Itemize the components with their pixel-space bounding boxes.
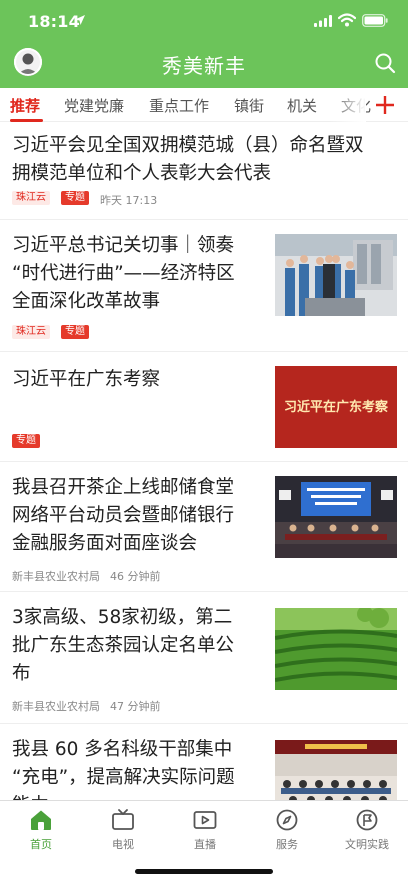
app-screen: 18:14 秀美新丰 推荐 党建党廉 重点工作 镇街 机关 习近平会见全国双拥模… (0, 0, 408, 883)
nav-tv[interactable]: 电视 (82, 801, 164, 861)
news-title: 习近平会见全国双拥模范城（县）命名暨双 拥模范单位和个人表彰大会代表 (12, 132, 364, 188)
tab-towns[interactable]: 镇街 (234, 95, 264, 116)
news-source: 新丰县农业农村局 (12, 570, 100, 583)
training-class-image (275, 740, 397, 800)
news-item[interactable]: 习近平总书记关切事｜领奏 “时代进行曲”——经济特区 全面深化改革故事 珠江云 … (0, 220, 408, 352)
news-title: 我县 60 多名科级干部集中 “充电”，提高解决实际问题 能力 (12, 736, 235, 800)
news-title-line: 习近平会见全国双拥模范城（县）命名暨双 (12, 135, 364, 156)
tab-agencies[interactable]: 机关 (287, 95, 317, 116)
tab-key-work[interactable]: 重点工作 (149, 95, 209, 116)
news-thumbnail: 习近平在广东考察 (275, 366, 397, 448)
add-channel-icon[interactable] (372, 92, 398, 118)
flag-icon (356, 809, 378, 831)
news-title-line: “充电”，提高解决实际问题 (12, 767, 235, 788)
topic-badge: 专题 (12, 434, 40, 448)
news-title: 我县召开茶企上线邮储食堂 网络平台动员会暨邮储银行 金融服务面对面座谈会 (12, 474, 234, 558)
news-time: 46 分钟前 (110, 570, 161, 583)
search-icon[interactable] (374, 52, 396, 74)
news-time: 47 分钟前 (110, 700, 161, 713)
news-item[interactable]: 我县召开茶企上线邮储食堂 网络平台动员会暨邮储银行 金融服务面对面座谈会 新丰县… (0, 462, 408, 592)
meeting-hall-image (275, 476, 397, 558)
tea-garden-image (275, 608, 397, 690)
news-title: 习近平总书记关切事｜领奏 “时代进行曲”——经济特区 全面深化改革故事 (12, 232, 235, 316)
news-title-line: 批广东生态茶园认定名单公 (12, 635, 235, 656)
thumbnail-caption: 习近平在广东考察 (283, 400, 388, 415)
nav-label: 首页 (30, 838, 52, 851)
news-title-line: 能力 (12, 792, 235, 800)
news-thumbnail (275, 234, 397, 316)
news-feed[interactable]: 习近平会见全国双拥模范城（县）命名暨双 拥模范单位和个人表彰大会代表 珠江云 专… (0, 122, 408, 800)
news-title-line: 习近平在广东考察 (12, 369, 161, 390)
news-item[interactable]: 我县 60 多名科级干部集中 “充电”，提高解决实际问题 能力 (0, 724, 408, 800)
news-title: 习近平在广东考察 (12, 366, 160, 394)
news-item[interactable]: 3家高级、58家初级，第二 批广东生态茶园认定名单公 布 新丰县农业农村局 47… (0, 592, 408, 724)
nav-service[interactable]: 服务 (246, 801, 328, 861)
news-time: 昨天 17:13 (100, 194, 158, 207)
tab-party-building[interactable]: 党建党廉 (64, 95, 124, 116)
news-title-line: 金融服务面对面座谈会 (12, 533, 198, 554)
news-thumbnail (275, 740, 397, 800)
news-title-line: 拥模范单位和个人表彰大会代表 (12, 163, 272, 184)
nav-label: 直播 (194, 838, 216, 851)
nav-home[interactable]: 首页 (0, 801, 82, 861)
home-icon (31, 810, 51, 830)
source-badge: 珠江云 (12, 325, 50, 339)
news-thumbnail (275, 476, 397, 558)
location-arrow-icon (75, 15, 85, 25)
news-title-line: 我县 60 多名科级干部集中 (12, 739, 233, 760)
source-badge: 珠江云 (12, 191, 50, 205)
topic-badge: 专题 (61, 191, 89, 205)
home-indicator (135, 869, 273, 874)
news-title-line: 全面深化改革故事 (12, 291, 161, 312)
battery-icon (362, 14, 388, 27)
news-title-line: 我县召开茶企上线邮储食堂 (12, 477, 235, 498)
status-bar: 18:14 (0, 0, 408, 44)
top-header: 18:14 秀美新丰 (0, 0, 408, 88)
tab-recommend[interactable]: 推荐 (10, 95, 40, 116)
tabs-fade (330, 88, 366, 122)
nav-civilization[interactable]: 文明实践 (326, 801, 408, 861)
topic-badge: 专题 (61, 325, 89, 339)
app-title: 秀美新丰 (162, 54, 246, 78)
nav-label: 文明实践 (345, 838, 389, 851)
nav-label: 服务 (276, 838, 298, 851)
cellular-signal-icon (314, 15, 332, 27)
news-item[interactable]: 习近平在广东考察 专题 习近平在广东考察 (0, 352, 408, 462)
live-icon (193, 811, 217, 829)
wifi-icon (338, 13, 356, 27)
compass-icon (276, 809, 298, 831)
factory-visit-image (275, 234, 397, 316)
news-title: 3家高级、58家初级，第二 批广东生态茶园认定名单公 布 (12, 604, 234, 688)
status-time: 18:14 (28, 12, 80, 31)
nav-label: 电视 (112, 838, 134, 851)
news-title-line: “时代进行曲”——经济特区 (12, 263, 235, 284)
nav-live[interactable]: 直播 (164, 801, 246, 861)
news-title-line: 3家高级、58家初级，第二 (12, 607, 233, 628)
category-tabs: 推荐 党建党廉 重点工作 镇街 机关 文化 (0, 88, 408, 122)
news-title-line: 布 (12, 663, 31, 684)
news-thumbnail (275, 608, 397, 690)
news-item[interactable]: 习近平会见全国双拥模范城（县）命名暨双 拥模范单位和个人表彰大会代表 珠江云 专… (0, 122, 408, 220)
news-title-line: 习近平总书记关切事｜领奏 (12, 235, 235, 256)
news-title-line: 网络平台动员会暨邮储银行 (12, 505, 235, 526)
tv-icon (112, 809, 134, 830)
news-source: 新丰县农业农村局 (12, 700, 100, 713)
